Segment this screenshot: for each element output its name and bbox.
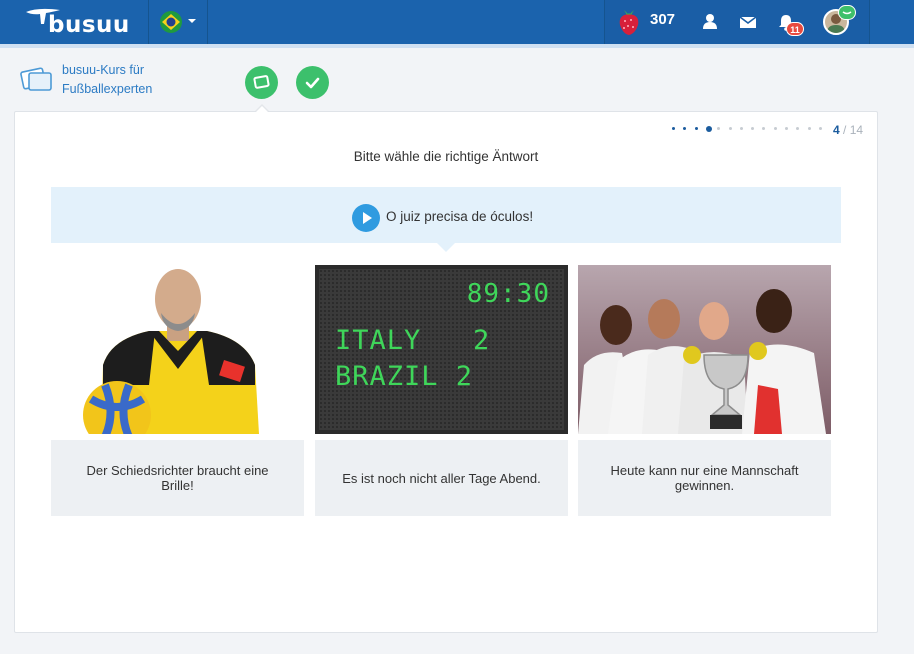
practice-step-icon[interactable] (245, 66, 278, 99)
navbar-divider (869, 0, 870, 44)
play-audio-icon[interactable] (352, 204, 380, 232)
course-flashcards-icon (20, 64, 54, 94)
profile-icon[interactable] (700, 12, 720, 32)
option-label: Heute kann nur eine Mannschaft gewinnen. (578, 440, 831, 516)
prompt-text: O juiz precisa de óculos! (386, 209, 534, 224)
points-count: 307 (650, 11, 676, 28)
progress-dot (705, 126, 712, 132)
logo-text: busuu (48, 12, 130, 38)
referee-photo (51, 265, 304, 434)
progress-total: / 14 (843, 123, 864, 137)
prompt-pointer (437, 243, 455, 252)
navbar-divider (207, 0, 208, 44)
language-selector[interactable] (160, 11, 196, 33)
notifications-badge: 11 (786, 22, 804, 36)
progress-dot (728, 127, 732, 130)
progress-dot (672, 127, 675, 130)
progress-dot (818, 127, 822, 130)
progress-dot (739, 127, 743, 130)
busuu-logo[interactable]: busuu (24, 6, 129, 38)
answer-option-2[interactable]: 89:30 ITALY 2 BRAZIL 2 Es ist noch nicht… (315, 265, 568, 516)
exercise-instruction: Bitte wähle die richtige Äntwort (353, 149, 539, 164)
step-pointer-inner (255, 106, 269, 113)
progress-counter: 4 / 14 (833, 123, 863, 137)
navbar-divider (148, 0, 149, 44)
brazil-flag-icon (160, 11, 182, 33)
scoreboard-line-1: ITALY 2 (335, 325, 491, 356)
progress-dot (807, 127, 811, 130)
strawberry-icon[interactable] (616, 8, 642, 36)
navbar-divider (604, 0, 605, 44)
team-trophy-photo (578, 265, 831, 434)
scoreboard-photo: 89:30 ITALY 2 BRAZIL 2 (315, 265, 568, 434)
scoreboard-time: 89:30 (466, 279, 550, 309)
scoreboard-line-2: BRAZIL 2 (335, 361, 474, 392)
progress-dot (694, 127, 698, 130)
progress-dot (773, 127, 777, 130)
option-label: Der Schiedsrichter braucht eine Brille! (51, 440, 304, 516)
answer-option-3[interactable]: Heute kann nur eine Mannschaft gewinnen. (578, 265, 831, 516)
navbar-underline (0, 44, 914, 48)
answer-option-1[interactable]: Der Schiedsrichter braucht eine Brille! (51, 265, 304, 516)
option-label: Es ist noch nicht aller Tage Abend. (315, 440, 568, 516)
chevron-down-icon (188, 19, 196, 23)
mail-icon[interactable] (738, 12, 758, 32)
progress-dot (785, 127, 788, 130)
checkmark-step-icon[interactable] (296, 66, 329, 99)
course-title[interactable]: busuu-Kurs für Fußballexperten (62, 61, 212, 99)
chat-bubble-icon[interactable] (838, 5, 856, 20)
progress-current: 4 (833, 123, 840, 137)
